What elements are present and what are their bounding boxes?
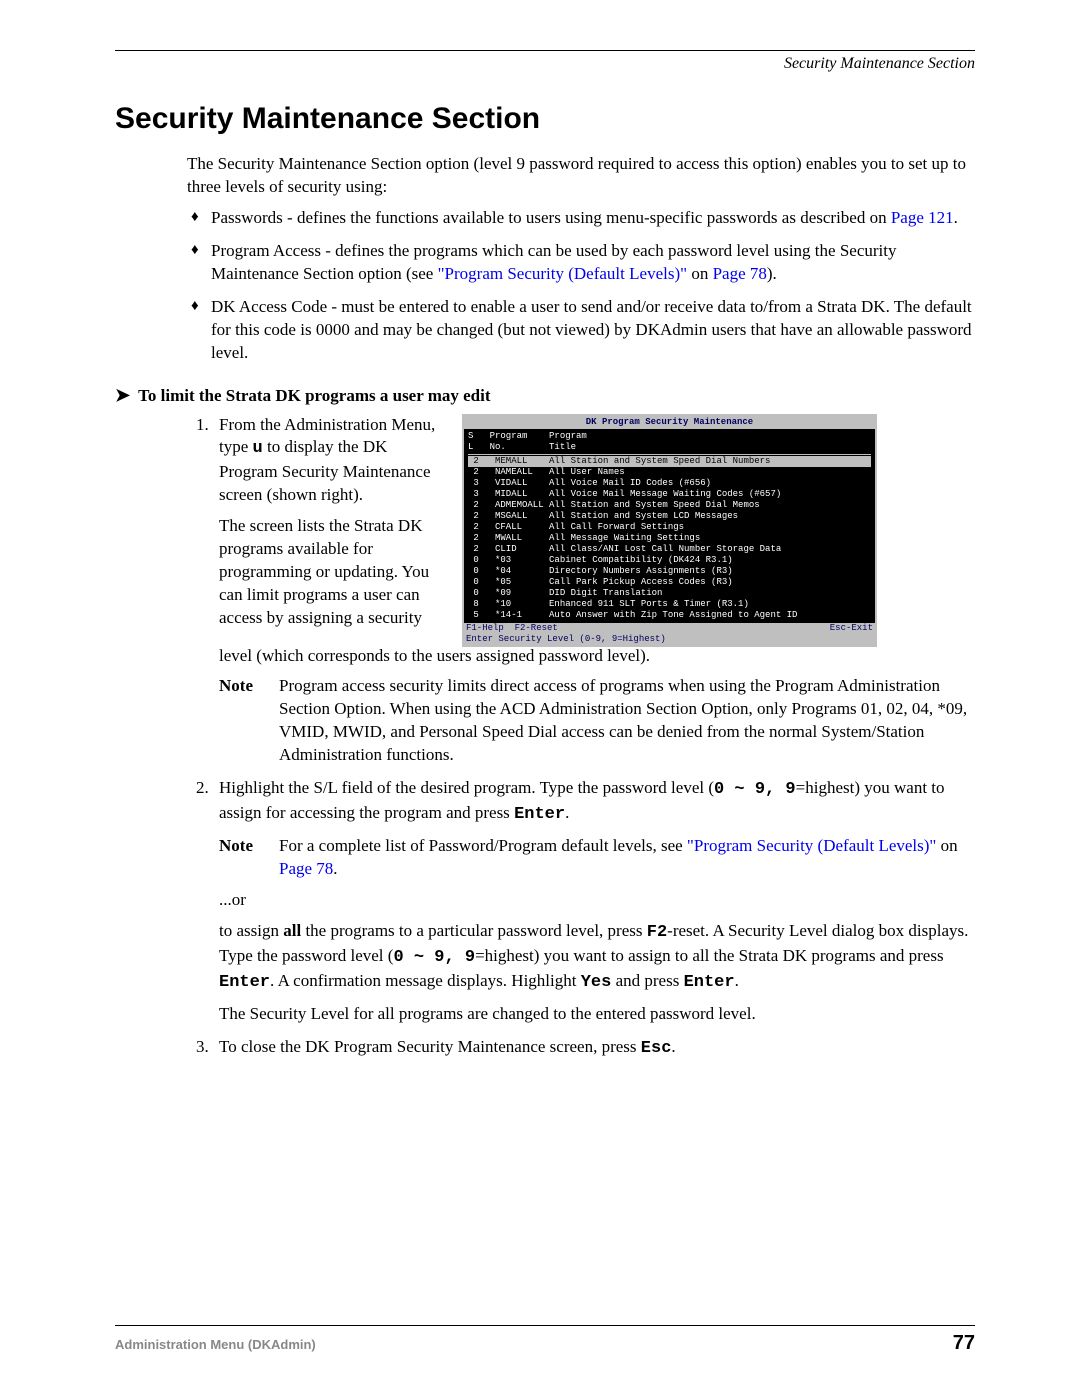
bullet-text-tail: . <box>954 208 958 227</box>
dos-screenshot: DK Program Security Maintenance S Progra… <box>462 414 877 647</box>
step2-text: Highlight the S/L field of the desired p… <box>219 777 975 827</box>
dos-row: 0 *03 Cabinet Compatibility (DK424 R3.1) <box>468 555 871 566</box>
assign-d: =highest) you want to assign to all the … <box>475 946 944 965</box>
dos-row: 3 VIDALL All Voice Mail ID Codes (#656) <box>468 478 871 489</box>
dos-row: 2 CLID All Class/ANI Lost Call Number St… <box>468 544 871 555</box>
note2-b: on <box>936 836 957 855</box>
step1-p1: From the Administration Menu, type u to … <box>219 414 444 508</box>
dos-prompt: Enter Security Level (0-9, 9=Highest) <box>464 634 875 645</box>
dos-selected-row: 2 MEMALL All Station and System Speed Di… <box>468 456 871 467</box>
dos-row: 2 NAMEALL All User Names <box>468 467 871 478</box>
page-footer: Administration Menu (DKAdmin) 77 <box>115 1325 975 1357</box>
dos-header-2: L No. Title <box>468 442 871 453</box>
dos-row: 0 *04 Directory Numbers Assignments (R3) <box>468 566 871 577</box>
assign-f: and press <box>611 971 683 990</box>
dos-divider <box>468 454 871 455</box>
footer-left: Administration Menu (DKAdmin) <box>115 1336 316 1354</box>
step-3: To close the DK Program Security Mainten… <box>213 1036 975 1061</box>
intro-paragraph: The Security Maintenance Section option … <box>187 153 975 199</box>
dos-title: DK Program Security Maintenance <box>464 416 875 429</box>
dos-row: 2 CFALL All Call Forward Settings <box>468 522 871 533</box>
link-page-78-2[interactable]: Page 78 <box>279 859 333 878</box>
note-2: Note For a complete list of Password/Pro… <box>219 835 975 881</box>
bullet-passwords: Passwords - defines the functions availa… <box>187 207 975 230</box>
assign-range: 0 ~ 9, 9 <box>393 948 475 967</box>
assign-all-bold: all <box>283 921 301 940</box>
key-enter-3: Enter <box>684 973 735 992</box>
bullet-dk-access-code: DK Access Code - must be entered to enab… <box>187 296 975 365</box>
dos-row: 2 MSGALL All Station and System LCD Mess… <box>468 511 871 522</box>
step-2: Highlight the S/L field of the desired p… <box>213 777 975 1025</box>
dos-row: 5 *14-1 Auto Answer with Zip Tone Assign… <box>468 610 871 621</box>
top-rule <box>115 50 975 51</box>
or-separator: ...or <box>219 889 975 912</box>
dos-row: 0 *09 DID Digit Translation <box>468 588 871 599</box>
dos-header-1: S Program Program <box>468 431 871 442</box>
dos-row: 3 MIDALL All Voice Mail Message Waiting … <box>468 489 871 500</box>
bullet-program-access: Program Access - defines the programs wh… <box>187 240 975 286</box>
note-1: Note Program access security limits dire… <box>219 675 975 767</box>
bullet-text-tail: ). <box>767 264 777 283</box>
assign-b: the programs to a particular password le… <box>301 921 647 940</box>
dos-footer-keys: F1-Help F2-Reset Esc-Exit <box>464 623 875 634</box>
note-body: Program access security limits direct ac… <box>279 675 975 767</box>
link-program-security-2[interactable]: "Program Security (Default Levels)" <box>687 836 936 855</box>
step3-b: . <box>671 1037 675 1056</box>
assign-e: . A confirmation message displays. Highl… <box>270 971 581 990</box>
dos-row: 2 MWALL All Message Waiting Settings <box>468 533 871 544</box>
page-number: 77 <box>953 1330 975 1357</box>
step2-c: . <box>565 803 569 822</box>
procedure-steps: From the Administration Menu, type u to … <box>187 414 975 1061</box>
running-header: Security Maintenance Section <box>115 53 975 75</box>
feature-bullets: Passwords - defines the functions availa… <box>187 207 975 365</box>
step2-a: Highlight the S/L field of the desired p… <box>219 778 714 797</box>
bullet-text: Passwords - defines the functions availa… <box>211 208 891 227</box>
key-esc: Esc <box>641 1039 672 1058</box>
assign-all-paragraph: to assign all the programs to a particul… <box>219 920 975 995</box>
key-yes: Yes <box>581 973 612 992</box>
key-u: u <box>253 439 263 458</box>
link-page-78[interactable]: Page 78 <box>713 264 767 283</box>
pw-range: 0 ~ 9, 9 <box>714 780 796 799</box>
link-page-121[interactable]: Page 121 <box>891 208 954 227</box>
dos-esc-exit: Esc-Exit <box>830 623 873 634</box>
key-enter: Enter <box>514 805 565 824</box>
assign-confirmation: The Security Level for all programs are … <box>219 1003 975 1026</box>
step1-p2-bottom: level (which corresponds to the users as… <box>219 645 975 668</box>
note-body: For a complete list of Password/Program … <box>279 835 975 881</box>
key-f2: F2 <box>647 923 667 942</box>
dos-f1-f2: F1-Help F2-Reset <box>466 623 558 633</box>
assign-a: to assign <box>219 921 283 940</box>
note-label: Note <box>219 675 279 767</box>
step-1: From the Administration Menu, type u to … <box>213 414 975 768</box>
page-title: Security Maintenance Section <box>115 99 975 140</box>
assign-g: . <box>735 971 739 990</box>
note-label: Note <box>219 835 279 881</box>
dos-row: 0 *05 Call Park Pickup Access Codes (R3) <box>468 577 871 588</box>
procedure-heading: ➤ To limit the Strata DK programs a user… <box>115 383 975 408</box>
procedure-heading-text: To limit the Strata DK programs a user m… <box>138 385 490 408</box>
key-enter-2: Enter <box>219 973 270 992</box>
dos-row: 2 ADMEMOALL All Station and System Speed… <box>468 500 871 511</box>
note2-a: For a complete list of Password/Program … <box>279 836 687 855</box>
step1-p2-left: The screen lists the Strata DK programs … <box>219 515 444 630</box>
step3-a: To close the DK Program Security Mainten… <box>219 1037 641 1056</box>
procedure-arrow-icon: ➤ <box>115 383 130 407</box>
bullet-text-mid: on <box>687 264 713 283</box>
footer-rule <box>115 1325 975 1326</box>
link-program-security[interactable]: "Program Security (Default Levels)" <box>438 264 687 283</box>
dos-row: 8 *10 Enhanced 911 SLT Ports & Timer (R3… <box>468 599 871 610</box>
note2-c: . <box>333 859 337 878</box>
